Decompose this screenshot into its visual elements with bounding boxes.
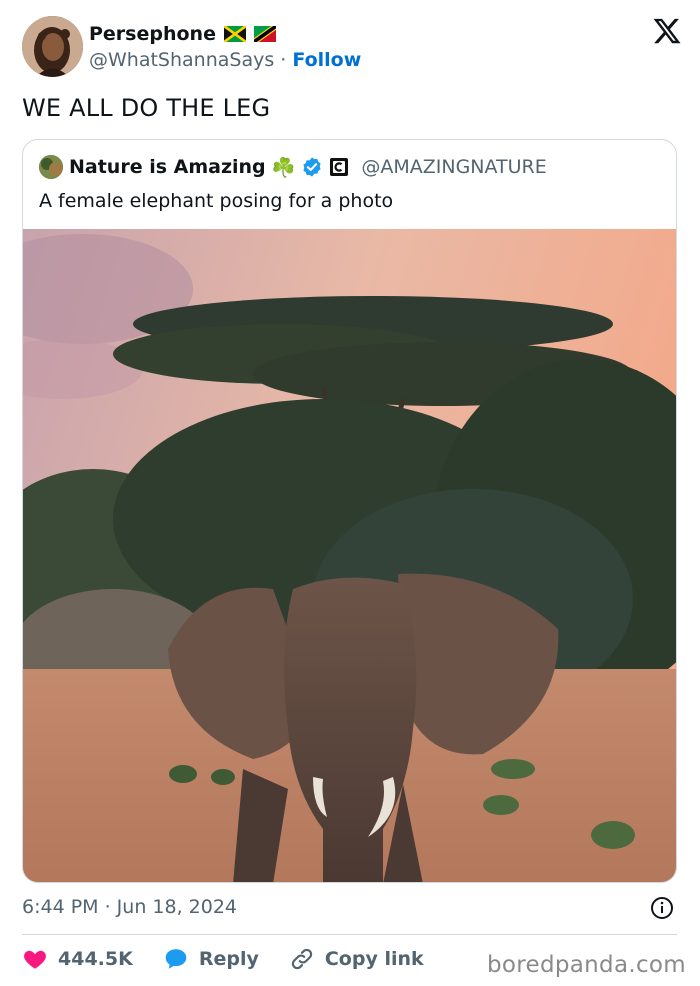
affiliate-badge-icon	[330, 158, 349, 176]
quoted-author-avatar	[39, 155, 63, 179]
like-button[interactable]: 444.5K	[22, 946, 133, 972]
follow-button[interactable]: Follow	[292, 49, 361, 71]
saint-kitts-nevis-flag-icon	[253, 26, 276, 42]
reply-label: Reply	[198, 948, 259, 970]
elephant-photo[interactable]	[23, 229, 677, 883]
author-handle[interactable]: @WhatShannaSays	[89, 49, 274, 71]
quoted-tweet-header: Nature is Amazing ☘️ @AMAZINGNATURE	[39, 155, 547, 179]
reply-bubble-icon	[165, 949, 187, 969]
copy-link-button[interactable]: Copy link	[289, 946, 424, 972]
shamrock-emoji: ☘️	[271, 156, 296, 179]
quoted-author-name: Nature is Amazing	[69, 156, 266, 178]
divider	[22, 934, 677, 935]
verified-badge-icon	[303, 157, 321, 177]
link-icon	[291, 948, 312, 970]
author-avatar[interactable]	[22, 16, 83, 77]
like-count: 444.5K	[58, 948, 133, 970]
tweet-text: WE ALL DO THE LEG	[22, 94, 271, 122]
reply-button[interactable]: Reply	[163, 946, 259, 972]
quoted-tweet-text: A female elephant posing for a photo	[39, 190, 394, 212]
author-name-line: Persephone	[89, 22, 276, 46]
tweet-timestamp[interactable]: 6:44 PM · Jun 18, 2024	[22, 894, 237, 920]
quoted-tweet-card[interactable]: Nature is Amazing ☘️ @AMAZINGNATURE A fe…	[22, 139, 677, 883]
author-handle-line: @WhatShannaSays · Follow	[89, 48, 361, 72]
info-icon[interactable]	[650, 896, 674, 920]
tweet-header: Persephone @WhatShannaSays · Follow	[22, 16, 682, 78]
action-bar: 444.5K Reply Copy link	[22, 944, 424, 974]
jamaica-flag-icon	[223, 26, 246, 42]
separator-dot: ·	[280, 49, 287, 71]
author-display-name[interactable]: Persephone	[89, 22, 216, 46]
copy-link-label: Copy link	[324, 948, 424, 970]
boredpanda-watermark: boredpanda.com	[487, 952, 686, 978]
heart-icon	[24, 950, 46, 969]
x-logo-icon[interactable]	[652, 16, 682, 46]
quoted-author-handle: @AMAZINGNATURE	[361, 156, 547, 178]
